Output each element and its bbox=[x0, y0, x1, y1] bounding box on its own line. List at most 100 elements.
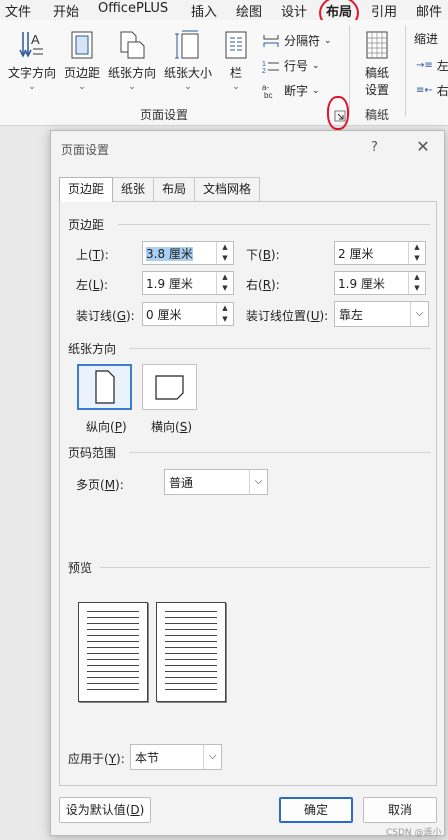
spin-arrows[interactable]: ▲ ▼ bbox=[408, 242, 425, 264]
tab-home[interactable]: 开始 bbox=[53, 1, 79, 20]
hyphenation-icon: a- bc bbox=[262, 83, 272, 99]
spin-arrows[interactable]: ▲ ▼ bbox=[216, 242, 233, 264]
hyphenation-button[interactable]: a- bc 断字 ⌄ bbox=[262, 82, 320, 99]
landscape-label: 横向(S) bbox=[151, 420, 192, 434]
tab-paper[interactable]: 纸张 bbox=[112, 177, 155, 201]
bottom-margin-input[interactable]: 2 厘米 ▲ ▼ bbox=[334, 241, 426, 265]
group-divider bbox=[349, 26, 350, 116]
preview-page-right bbox=[156, 602, 226, 702]
landscape-option[interactable] bbox=[142, 364, 197, 410]
chevron-down-icon: ⌵ bbox=[249, 470, 267, 494]
set-default-button[interactable]: 设为默认值(D) bbox=[59, 797, 151, 823]
bottom-margin-label: 下(B): bbox=[246, 248, 280, 262]
chevron-down-icon: ⌄ bbox=[128, 82, 136, 92]
tab-file[interactable]: 文件 bbox=[5, 1, 31, 20]
cancel-button[interactable]: 取消 bbox=[363, 797, 437, 823]
svg-text:1: 1 bbox=[262, 61, 266, 68]
line-numbers-button[interactable]: 1 2 行号 ⌄ bbox=[262, 57, 320, 74]
ok-button[interactable]: 确定 bbox=[279, 797, 353, 823]
right-margin-input[interactable]: 1.9 厘米 ▲ ▼ bbox=[334, 271, 426, 295]
chevron-down-icon: ⌄ bbox=[78, 82, 86, 92]
group-divider bbox=[405, 26, 406, 116]
text-direction-button[interactable]: A 文字方向 ⌄ bbox=[4, 30, 60, 92]
size-button[interactable]: 纸张大小 ⌄ bbox=[160, 30, 216, 92]
tab-margins[interactable]: 页边距 bbox=[59, 177, 114, 202]
spin-arrows[interactable]: ▲ ▼ bbox=[408, 272, 425, 294]
section-divider bbox=[100, 567, 430, 568]
left-margin-input[interactable]: 1.9 厘米 ▲ ▼ bbox=[142, 271, 234, 295]
tab-design[interactable]: 设计 bbox=[281, 1, 307, 20]
indent-right-field[interactable]: ≡← 右 bbox=[416, 82, 448, 99]
manuscript-label-1: 稿纸 bbox=[364, 66, 389, 80]
indent-right-icon: ≡← bbox=[416, 85, 433, 96]
orientation-section-title: 纸张方向 bbox=[68, 342, 117, 356]
tab-layout[interactable]: 布局 bbox=[153, 177, 196, 201]
breaks-button[interactable]: 分隔符 ⌄ bbox=[262, 32, 332, 49]
close-icon[interactable]: ✕ bbox=[413, 137, 433, 156]
chevron-down-icon: ⌵ bbox=[410, 302, 428, 326]
text-direction-label: 文字方向 bbox=[7, 66, 56, 80]
multiple-pages-select[interactable]: 普通 ⌵ bbox=[164, 469, 268, 495]
watermark: CSDN @遥小 bbox=[386, 828, 442, 838]
margins-section-title: 页边距 bbox=[68, 218, 105, 232]
spin-arrows[interactable]: ▲ ▼ bbox=[216, 303, 233, 325]
chevron-down-icon: ⌄ bbox=[324, 35, 332, 46]
gutter-input[interactable]: 0 厘米 ▲ ▼ bbox=[142, 302, 234, 326]
manuscript-group-label: 稿纸 bbox=[365, 108, 390, 122]
top-margin-label: 上(T): bbox=[76, 248, 109, 262]
multiple-pages-value: 普通 bbox=[169, 476, 194, 490]
apply-to-select[interactable]: 本节 ⌵ bbox=[130, 744, 222, 770]
top-margin-input[interactable]: 3.8 厘米 ▲ ▼ bbox=[142, 241, 234, 265]
tab-officeplus[interactable]: OfficePLUS bbox=[98, 1, 168, 16]
columns-button[interactable]: 栏 ⌄ bbox=[222, 30, 250, 92]
landscape-page-icon bbox=[155, 375, 184, 400]
tab-mailings[interactable]: 邮件 bbox=[416, 1, 442, 20]
spin-up-icon: ▲ bbox=[414, 273, 420, 281]
dialog-tabs: 页边距 纸张 布局 文档网格 bbox=[59, 177, 261, 202]
dialog-launcher-icon bbox=[334, 110, 346, 122]
dialog-launcher-button[interactable] bbox=[334, 110, 346, 122]
apply-to-value: 本节 bbox=[135, 751, 160, 765]
spin-down-icon: ▼ bbox=[222, 284, 228, 292]
gutter-position-select[interactable]: 靠左 ⌵ bbox=[334, 301, 429, 327]
svg-text:2: 2 bbox=[262, 68, 266, 73]
paper-size-icon bbox=[175, 30, 199, 59]
dialog-title: 页面设置 bbox=[61, 143, 110, 157]
spin-up-icon: ▲ bbox=[414, 243, 420, 251]
margins-label: 页边距 bbox=[63, 66, 100, 80]
bottom-margin-value: 2 厘米 bbox=[338, 247, 374, 261]
multiple-pages-label: 多页(M): bbox=[76, 478, 124, 492]
left-margin-value: 1.9 厘米 bbox=[146, 277, 193, 291]
manuscript-settings-button[interactable]: 稿纸 设置 bbox=[355, 30, 399, 98]
indent-label: 缩进 bbox=[414, 32, 439, 46]
right-margin-label: 右(R): bbox=[246, 278, 280, 292]
margins-panel: 页边距 上(T): 3.8 厘米 ▲ ▼ 下(B): 2 厘米 ▲ ▼ 左(L): … bbox=[59, 201, 437, 786]
margins-button[interactable]: 页边距 ⌄ bbox=[61, 30, 103, 92]
page-setup-dialog: 页面设置 ? ✕ 页边距 纸张 布局 文档网格 页边距 上(T): 3.8 厘米… bbox=[50, 130, 445, 836]
orientation-label: 纸张方向 bbox=[107, 66, 156, 80]
indent-left-field[interactable]: →≡ 左 bbox=[416, 57, 448, 74]
svg-text:bc: bc bbox=[264, 91, 272, 99]
tab-insert[interactable]: 插入 bbox=[191, 1, 217, 20]
hyphenation-label: 断字 bbox=[284, 84, 309, 98]
tab-draw[interactable]: 绘图 bbox=[236, 1, 262, 20]
chevron-down-icon: ⌄ bbox=[28, 82, 36, 92]
orientation-button[interactable]: 纸张方向 ⌄ bbox=[104, 30, 160, 92]
svg-text:A: A bbox=[31, 32, 40, 47]
chevron-down-icon: ⌄ bbox=[232, 82, 240, 92]
margins-icon bbox=[71, 31, 93, 59]
help-icon[interactable]: ? bbox=[371, 140, 378, 155]
line-numbers-icon: 1 2 bbox=[262, 61, 279, 73]
spin-down-icon: ▼ bbox=[222, 254, 228, 262]
gutter-position-label: 装订线位置(U): bbox=[246, 309, 329, 323]
chevron-down-icon: ⌵ bbox=[203, 745, 221, 769]
portrait-option[interactable] bbox=[77, 364, 132, 410]
preview-page-left bbox=[78, 602, 148, 702]
spin-arrows[interactable]: ▲ ▼ bbox=[216, 272, 233, 294]
indent-left-label: 左 bbox=[436, 59, 448, 73]
text-direction-icon: A bbox=[19, 32, 43, 58]
tab-references[interactable]: 引用 bbox=[371, 1, 397, 20]
tab-layout[interactable]: 布局 bbox=[326, 1, 352, 23]
size-label: 纸张大小 bbox=[163, 66, 212, 80]
tab-document-grid[interactable]: 文档网格 bbox=[194, 177, 261, 201]
